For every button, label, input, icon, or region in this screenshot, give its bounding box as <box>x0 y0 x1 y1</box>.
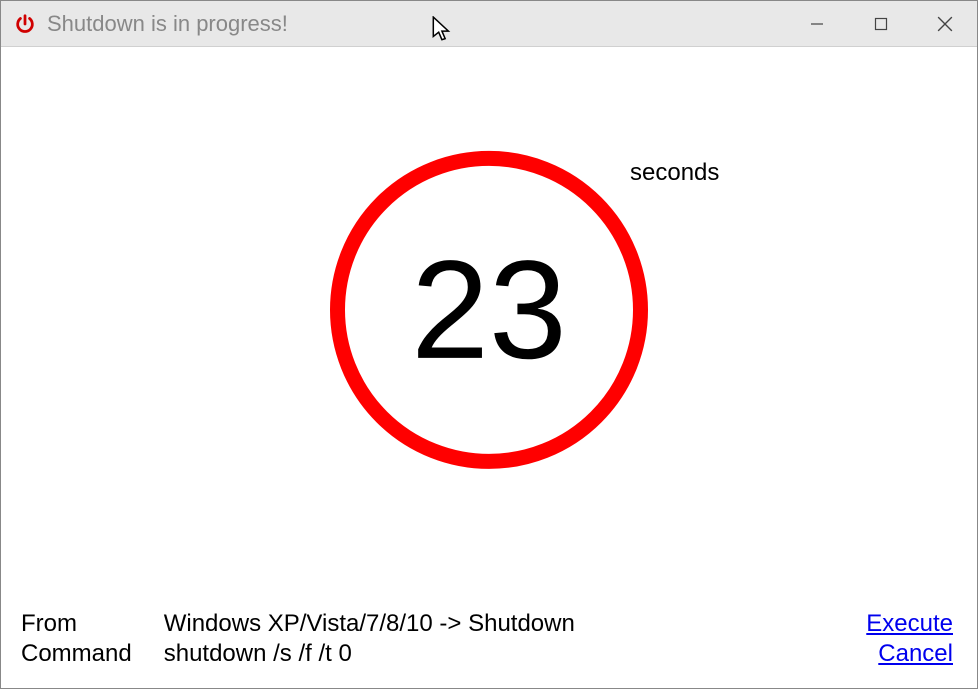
command-label: Command <box>21 640 132 668</box>
command-value: shutdown /s /f /t 0 <box>164 640 575 668</box>
window-title: Shutdown is in progress! <box>47 11 785 37</box>
info-table: From Windows XP/Vista/7/8/10 -> Shutdown… <box>21 610 575 668</box>
footer: From Windows XP/Vista/7/8/10 -> Shutdown… <box>1 610 977 688</box>
minimize-button[interactable] <box>785 1 849 46</box>
from-label: From <box>21 610 132 638</box>
titlebar: Shutdown is in progress! <box>1 1 977 47</box>
countdown-container: 23 seconds <box>330 150 648 468</box>
execute-link[interactable]: Execute <box>866 610 953 638</box>
maximize-button[interactable] <box>849 1 913 46</box>
close-button[interactable] <box>913 1 977 46</box>
window-controls <box>785 1 977 46</box>
countdown-value: 23 <box>411 239 567 379</box>
power-icon <box>13 12 37 36</box>
action-links: Execute Cancel <box>866 610 953 668</box>
cancel-link[interactable]: Cancel <box>878 640 953 668</box>
countdown-circle: 23 <box>330 150 648 468</box>
seconds-label: seconds <box>630 158 719 186</box>
content-area: 23 seconds <box>1 47 977 610</box>
from-value: Windows XP/Vista/7/8/10 -> Shutdown <box>164 610 575 638</box>
